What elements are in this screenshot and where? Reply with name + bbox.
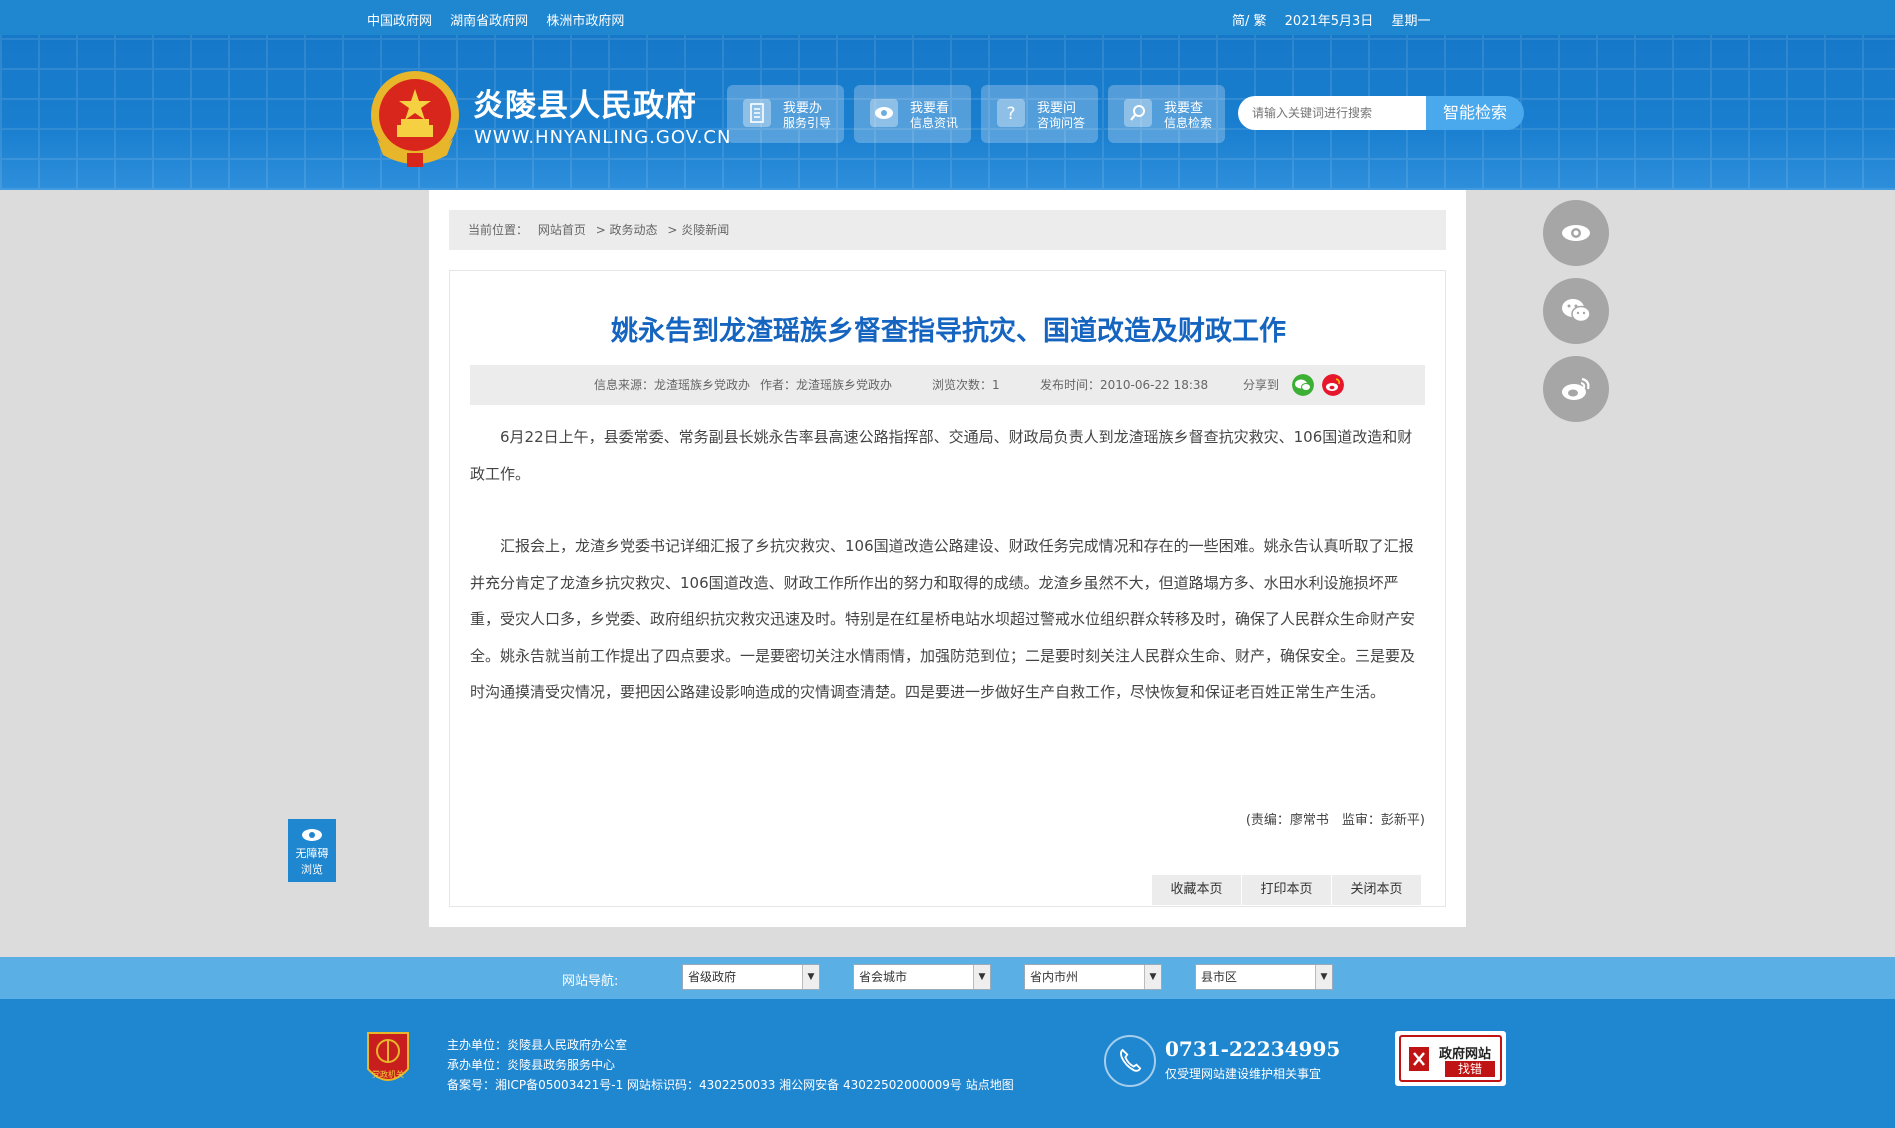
quick-service-guide-button[interactable]: 我要办 服务引导 <box>727 85 844 143</box>
quick-button-line2: 咨询问答 <box>1037 116 1086 130</box>
error-report-label-1: 政府网站 <box>1439 1047 1492 1062</box>
top-links: 中国政府网 湖南省政府网 株洲市政府网 <box>367 10 638 29</box>
close-page-button[interactable]: 关闭本页 <box>1331 875 1421 905</box>
link-hunan-gov[interactable]: 湖南省政府网 <box>450 14 528 29</box>
top-strip: 中国政府网 湖南省政府网 株洲市政府网 简/ 繁 2021年5月3日 星期一 <box>0 0 1895 35</box>
article-source: 信息来源：龙渣瑶族乡党政办 <box>594 378 751 392</box>
article-paragraph: 6月22日上午，县委常委、常务副县长姚永告率县高速公路指挥部、交通局、财政局负责… <box>470 428 1413 483</box>
side-weibo-button[interactable] <box>1543 356 1609 422</box>
article-editors: (责编：廖常书 监审：彭新平) <box>1245 813 1425 828</box>
footer-phone: 0731-22234995 <box>1165 1037 1341 1061</box>
article-author: 作者：龙渣瑶族乡党政办 <box>760 378 893 392</box>
badge-label: 党政机关 <box>372 1069 404 1079</box>
article-views: 浏览次数：1 <box>932 378 1000 392</box>
weibo-icon <box>1562 377 1590 400</box>
error-report-icon <box>1409 1047 1429 1071</box>
footer-phone-note: 仅受理网站建设维护相关事宜 <box>1165 1067 1322 1081</box>
article-published: 发布时间：2010-06-22 18:38 <box>1040 378 1209 392</box>
footer-organizer: 承办单位：炎陵县政务服务中心 <box>447 1058 616 1072</box>
top-right: 简/ 繁 2021年5月3日 星期一 <box>1232 10 1444 29</box>
site-nav-label: 网站导航: <box>562 974 619 989</box>
accessibility-eye-icon <box>302 829 322 841</box>
breadcrumb-yanling-news[interactable]: > 炎陵新闻 <box>667 223 729 237</box>
search-icon <box>1124 99 1152 127</box>
chevron-down-icon: ▼ <box>1144 965 1161 989</box>
side-view-button[interactable] <box>1543 200 1609 266</box>
select-value: 省内市州 <box>1030 970 1079 984</box>
document-icon <box>743 99 771 127</box>
accessibility-label-2: 浏览 <box>301 863 323 876</box>
breadcrumb: 当前位置： 网站首页 > 政务动态 > 炎陵新闻 <box>449 210 1446 250</box>
article: 姚永告到龙渣瑶族乡督查指导抗灾、国道改造及财政工作 信息来源：龙渣瑶族乡党政办 … <box>449 270 1446 907</box>
quick-info-news-button[interactable]: 我要看 信息资讯 <box>854 85 971 143</box>
chevron-down-icon: ▼ <box>973 965 990 989</box>
quick-button-line2: 服务引导 <box>783 116 832 130</box>
accessibility-label-1: 无障碍 <box>295 847 329 860</box>
article-title: 姚永告到龙渣瑶族乡督查指导抗灾、国道改造及财政工作 <box>611 316 1286 347</box>
accessibility-button[interactable]: 无障碍 浏览 <box>288 819 336 882</box>
link-central-gov[interactable]: 中国政府网 <box>367 14 432 29</box>
quick-info-search-button[interactable]: 我要查 信息检索 <box>1108 85 1225 143</box>
article-tools: 收藏本页 打印本页 关闭本页 <box>1151 875 1421 905</box>
gov-site-error-report-button[interactable]: 政府网站 找错 <box>1395 1031 1506 1086</box>
quick-button-line2: 信息资讯 <box>910 116 959 130</box>
article-paragraph: 汇报会上，龙渣乡党委书记详细汇报了乡抗灾救灾、106国道改造公路建设、财政任务完… <box>470 537 1416 701</box>
eye-icon <box>1562 225 1590 241</box>
article-body: 6月22日上午，县委常委、常务副县长姚永告率县高速公路指挥部、交通局、财政局负责… <box>470 419 1425 747</box>
error-report-frame: 政府网站 找错 <box>1399 1035 1502 1082</box>
footer-info: 主办单位：炎陵县人民政府办公室 承办单位：炎陵县政务服务中心 备案号：湘ICP备… <box>447 1035 1014 1095</box>
party-gov-badge-icon[interactable]: 党政机关 <box>362 1029 414 1091</box>
quick-consult-button[interactable]: ? 我要问 咨询问答 <box>981 85 1098 143</box>
footer-record[interactable]: 备案号：湘ICP备05003421号-1 网站标识码：4302250033 湘公… <box>447 1075 1014 1095</box>
link-zhuzhou-gov[interactable]: 株洲市政府网 <box>546 14 624 29</box>
wechat-icon <box>1562 299 1591 323</box>
current-weekday: 星期一 <box>1391 14 1431 29</box>
select-capital-city[interactable]: 省会城市 ▼ <box>853 964 991 990</box>
chevron-down-icon: ▼ <box>802 965 819 989</box>
select-county[interactable]: 县市区 ▼ <box>1195 964 1333 990</box>
bookmark-page-button[interactable]: 收藏本页 <box>1151 875 1241 905</box>
quick-button-line2: 信息检索 <box>1164 116 1213 130</box>
main-content: 当前位置： 网站首页 > 政务动态 > 炎陵新闻 姚永告到龙渣瑶族乡督查指导抗灾… <box>429 190 1466 927</box>
current-date: 2021年5月3日 <box>1284 14 1374 29</box>
search-input[interactable] <box>1238 96 1428 130</box>
breadcrumb-gov-news[interactable]: > 政务动态 <box>596 223 658 237</box>
national-emblem-icon <box>371 71 459 167</box>
phone-icon <box>1104 1035 1156 1087</box>
select-provincial-gov[interactable]: 省级政府 ▼ <box>682 964 820 990</box>
chevron-down-icon: ▼ <box>1315 965 1332 989</box>
svg-text:?: ? <box>1006 104 1015 124</box>
side-wechat-button[interactable] <box>1543 278 1609 344</box>
select-value: 省会城市 <box>859 970 908 984</box>
select-value: 县市区 <box>1201 970 1238 984</box>
eye-icon <box>870 99 898 127</box>
site-header: 炎陵县人民政府 WWW.HNYANLING.GOV.CN 我要办 服务引导 我要… <box>0 35 1895 190</box>
wechat-share-icon[interactable] <box>1292 374 1314 396</box>
error-report-label-2: 找错 <box>1445 1061 1495 1077</box>
header-search: 智能检索 <box>1238 96 1524 130</box>
share-label: 分享到 <box>1243 378 1280 392</box>
print-page-button[interactable]: 打印本页 <box>1241 875 1331 905</box>
footer-host: 主办单位：炎陵县人民政府办公室 <box>447 1038 628 1052</box>
weibo-share-icon[interactable] <box>1322 374 1344 396</box>
select-value: 省级政府 <box>688 970 737 984</box>
smart-search-button[interactable]: 智能检索 <box>1426 96 1524 130</box>
article-meta: 信息来源：龙渣瑶族乡党政办 作者：龙渣瑶族乡党政办 浏览次数：1 发布时间：20… <box>470 365 1425 405</box>
language-toggle[interactable]: 简/ 繁 <box>1232 14 1267 29</box>
breadcrumb-home[interactable]: 网站首页 <box>538 223 586 237</box>
question-icon: ? <box>997 99 1025 127</box>
breadcrumb-label: 当前位置： <box>468 223 529 237</box>
select-province-city[interactable]: 省内市州 ▼ <box>1024 964 1162 990</box>
site-url: WWW.HNYANLING.GOV.CN <box>474 127 732 148</box>
site-footer: 党政机关 主办单位：炎陵县人民政府办公室 承办单位：炎陵县政务服务中心 备案号：… <box>0 999 1895 1128</box>
site-nav-bar: 网站导航: 省级政府 ▼ 省会城市 ▼ 省内市州 ▼ 县市区 ▼ <box>0 957 1895 999</box>
site-title: 炎陵县人民政府 <box>473 88 697 124</box>
